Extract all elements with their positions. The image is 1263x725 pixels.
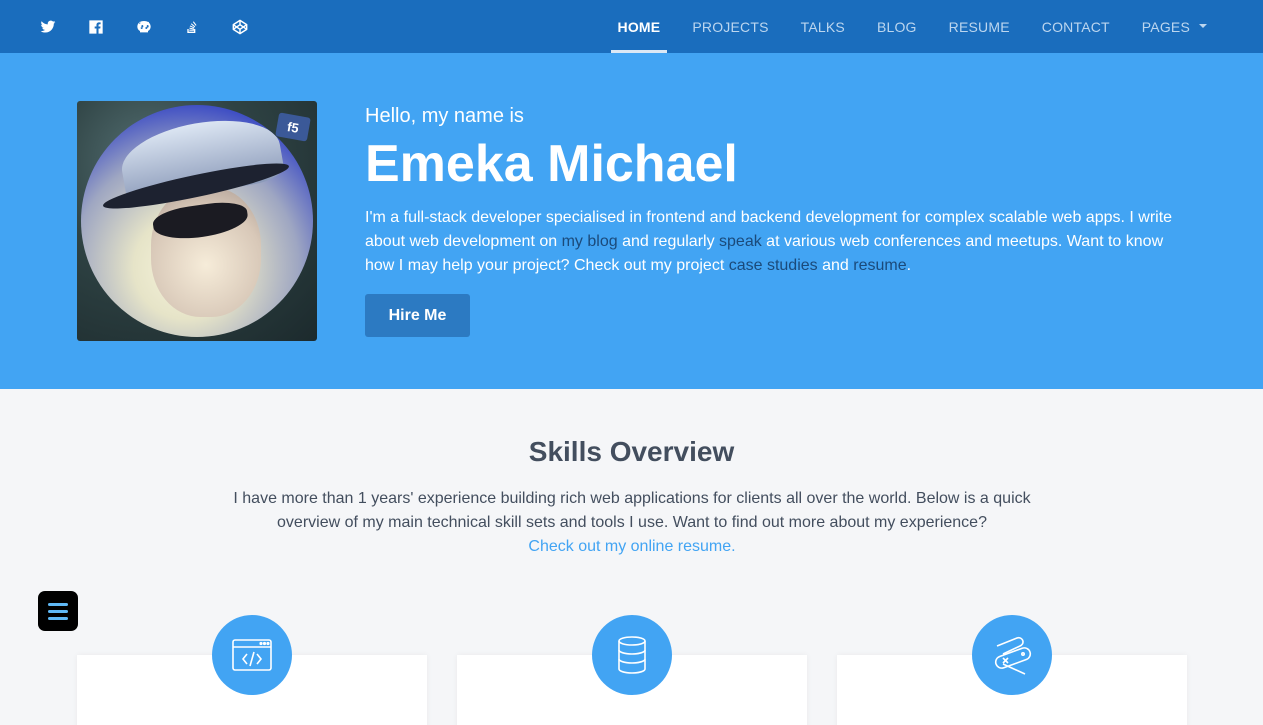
main-nav: HOME PROJECTS TALKS BLOG RESUME CONTACT …	[602, 0, 1223, 53]
profile-name: Emeka Michael	[365, 135, 738, 193]
nav-projects-label: PROJECTS	[692, 18, 769, 35]
bio-paragraph: I'm a full-stack developer specialised i…	[365, 206, 1180, 278]
resume-link[interactable]: resume	[853, 257, 906, 274]
caret-down-icon	[1199, 23, 1207, 28]
menu-button[interactable]	[38, 591, 78, 631]
profile-photo: f5	[77, 101, 317, 341]
codepen-icon[interactable]	[232, 19, 248, 35]
case-studies-link[interactable]: case studies	[729, 257, 818, 274]
nav-pages-label: PAGES	[1141, 18, 1190, 35]
twitter-icon[interactable]	[40, 19, 56, 35]
nav-talks[interactable]: TALKS	[785, 0, 861, 53]
intro-block: Hello, my name is Emeka Michael I'm a fu…	[365, 103, 1185, 337]
code-window-icon	[212, 615, 292, 695]
nav-talks-label: TALKS	[800, 18, 845, 35]
github-icon[interactable]	[136, 19, 152, 35]
top-navbar: HOME PROJECTS TALKS BLOG RESUME CONTACT …	[0, 0, 1263, 53]
nav-resume-label: RESUME	[948, 18, 1010, 35]
bio-part-4: and	[817, 257, 854, 274]
bio-part-5: .	[906, 257, 912, 274]
profile-photo-circle	[81, 105, 313, 337]
blog-link[interactable]: my blog	[562, 233, 618, 250]
skills-intro-text: I have more than 1 years' experience bui…	[233, 490, 1031, 531]
facebook-icon[interactable]	[88, 19, 104, 35]
menu-bar	[48, 609, 68, 613]
nav-home-label: HOME	[617, 18, 661, 35]
swiss-knife-icon	[972, 615, 1052, 695]
nav-contact[interactable]: CONTACT	[1026, 0, 1126, 53]
nav-pages-dropdown[interactable]: PAGES	[1126, 0, 1223, 53]
menu-bar	[48, 602, 68, 606]
menu-bar	[48, 616, 68, 620]
nav-contact-label: CONTACT	[1041, 18, 1110, 35]
database-icon	[592, 615, 672, 695]
skills-title: Skills Overview	[528, 436, 735, 467]
stack-overflow-icon[interactable]	[184, 19, 200, 35]
nav-blog-label: BLOG	[876, 18, 917, 35]
greeting-text: Hello, my name is	[365, 105, 524, 127]
nav-blog[interactable]: BLOG	[861, 0, 933, 53]
online-resume-link[interactable]: Check out my online resume.	[232, 535, 1032, 559]
nav-projects[interactable]: PROJECTS	[676, 0, 784, 53]
nav-resume[interactable]: RESUME	[933, 0, 1026, 53]
nav-home[interactable]: HOME	[602, 0, 677, 53]
bio-part-2: and regularly	[617, 233, 720, 250]
hire-me-button[interactable]: Hire Me	[365, 294, 470, 337]
speak-link[interactable]: speak	[719, 233, 762, 250]
skills-intro: I have more than 1 years' experience bui…	[232, 487, 1032, 559]
social-links	[40, 0, 280, 53]
f5-badge: f5	[275, 112, 311, 142]
hero-section: f5 Hello, my name is Emeka Michael I'm a…	[0, 53, 1263, 389]
